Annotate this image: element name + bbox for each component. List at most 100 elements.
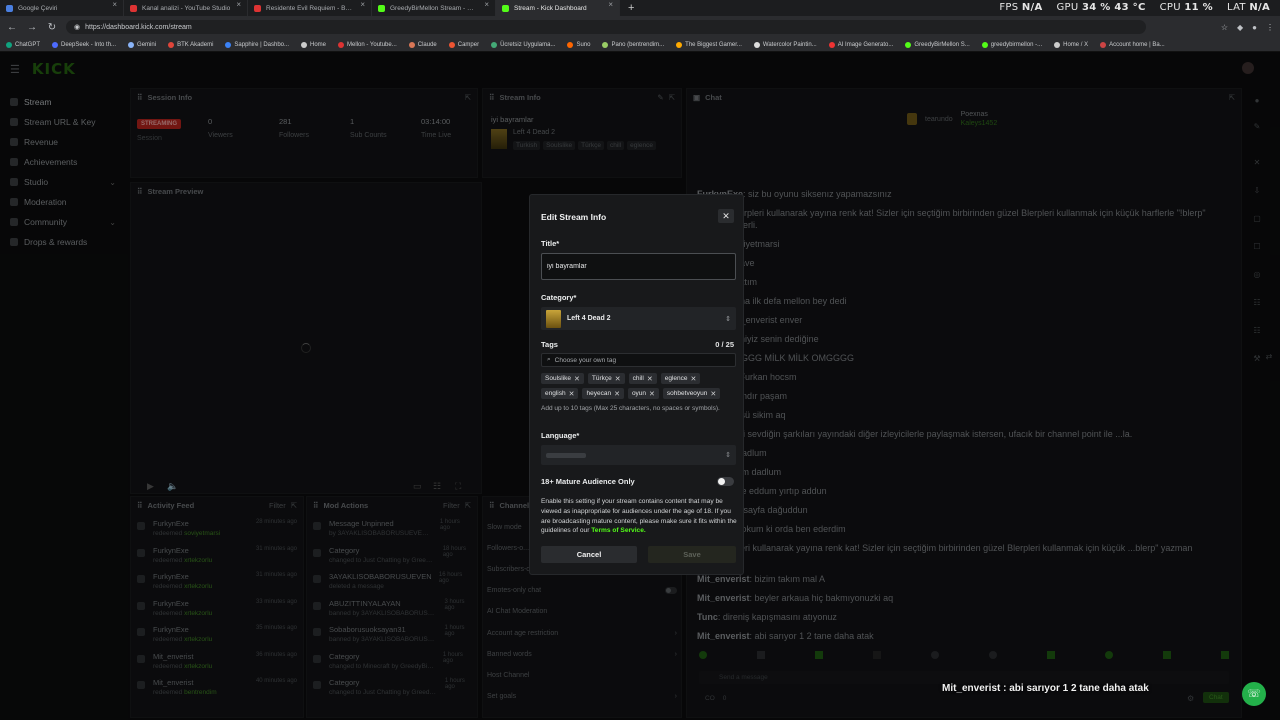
category-thumbnail — [546, 309, 561, 328]
title-input[interactable] — [541, 253, 736, 280]
support-chat-icon[interactable]: ☏ — [1242, 682, 1266, 706]
language-select[interactable]: ⇕ — [541, 445, 736, 465]
lat-label: LAT — [1226, 2, 1246, 13]
bookmark-favicon-icon — [676, 41, 683, 48]
edit-stream-info-modal: Edit Stream Info ✕ Title* Category* Left… — [529, 194, 744, 575]
bookmark-favicon-icon — [6, 41, 12, 48]
remove-tag-icon[interactable]: ✕ — [647, 375, 653, 383]
bookmark-item[interactable]: Ücretsiz Uygulama... — [491, 41, 556, 48]
more-icon[interactable]: ⋮ — [1266, 23, 1274, 32]
bookmark-item[interactable]: Claude — [408, 41, 437, 48]
bookmark-item[interactable]: AI Image Generato... — [828, 41, 893, 48]
bookmark-item[interactable]: Home — [301, 41, 326, 48]
tab-favicon-icon — [6, 4, 13, 12]
profile-icon[interactable]: ● — [1252, 23, 1257, 32]
bookmark-item[interactable]: DeepSeek - Into th... — [52, 41, 116, 48]
bookmark-favicon-icon — [408, 41, 415, 48]
language-loading-bar — [546, 452, 586, 458]
forward-icon[interactable]: → — [26, 22, 38, 33]
gpu-value: 34 % 43 °C — [1081, 2, 1146, 13]
url-text: https://dashboard.kick.com/stream — [85, 23, 192, 31]
remove-tag-icon[interactable]: ✕ — [691, 375, 697, 383]
remove-tag-icon[interactable]: ✕ — [710, 390, 716, 398]
tag-chip: eglence ✕ — [660, 373, 701, 384]
bookmark-item[interactable]: Home / X — [1054, 41, 1088, 48]
tab-favicon-icon — [502, 4, 509, 12]
tab-close-icon[interactable]: × — [484, 0, 489, 11]
mature-description: Enable this setting if your stream conta… — [541, 497, 739, 536]
tag-list: Soulslike ✕ Türkçe ✕ chill ✕ eglence ✕ english ✕ h… — [541, 373, 741, 399]
remove-tag-icon[interactable]: ✕ — [569, 390, 575, 398]
tab-close-icon[interactable]: × — [112, 0, 117, 11]
fps-value: N/A — [1021, 2, 1043, 13]
close-icon[interactable]: ✕ — [718, 209, 734, 223]
mature-toggle[interactable] — [717, 477, 734, 486]
browser-tab[interactable]: Kanal analizi - YouTube Studio × — [124, 0, 248, 16]
cancel-button[interactable]: Cancel — [541, 546, 637, 563]
bookmark-favicon-icon — [338, 41, 345, 48]
lat-value: N/A — [1249, 2, 1270, 13]
tag-chip-label: Türkçe — [591, 375, 612, 382]
remove-tag-icon[interactable]: ✕ — [574, 375, 580, 383]
tab-favicon-icon — [130, 4, 137, 12]
bookmark-item[interactable]: Sapphire | Dashbo... — [225, 41, 290, 48]
star-icon[interactable]: ☆ — [1221, 23, 1228, 32]
bookmark-favicon-icon — [448, 41, 455, 48]
bookmark-label: Sapphire | Dashbo... — [234, 41, 290, 48]
bookmark-item[interactable]: greedybirmellon -... — [981, 41, 1042, 48]
browser-tab[interactable]: Residente Evil Requiem - Bölüm 4 × — [248, 0, 372, 16]
site-info-icon[interactable]: ◉ — [74, 23, 80, 31]
bookmark-favicon-icon — [128, 41, 135, 48]
tag-placeholder: Choose your own tag — [554, 356, 617, 364]
bookmark-item[interactable]: Pano (bentrendim... — [602, 41, 665, 48]
new-tab-button[interactable]: + — [620, 2, 642, 14]
category-select[interactable]: Left 4 Dead 2 ⇕ — [541, 307, 736, 330]
bookmark-favicon-icon — [602, 41, 609, 48]
bookmark-label: Pano (bentrendim... — [611, 41, 665, 48]
bookmark-label: Ücretsiz Uygulama... — [500, 41, 556, 48]
url-field[interactable]: ◉ https://dashboard.kick.com/stream — [66, 20, 1146, 34]
tab-label: GreedyBirMellon Stream - Watch — [390, 4, 480, 12]
browser-tab[interactable]: Google Çeviri × — [0, 0, 124, 16]
back-icon[interactable]: ← — [6, 22, 18, 33]
tag-chip-label: sohbetveoyun — [666, 390, 708, 397]
bookmark-item[interactable]: The Biggest Gamer... — [676, 41, 742, 48]
mature-label: 18+ Mature Audience Only — [541, 477, 635, 486]
bookmark-item[interactable]: Watercolor Paintin... — [753, 41, 817, 48]
browser-tab[interactable]: GreedyBirMellon Stream - Watch × — [372, 0, 496, 16]
bookmark-favicon-icon — [491, 41, 498, 48]
cpu-label: CPU — [1159, 2, 1181, 13]
bookmark-item[interactable]: ChatGPT — [6, 41, 40, 48]
bookmark-item[interactable]: Camper — [448, 41, 479, 48]
modal-title: Edit Stream Info — [541, 212, 607, 222]
remove-tag-icon[interactable]: ✕ — [649, 390, 655, 398]
tag-chip: english ✕ — [541, 388, 579, 399]
tab-close-icon[interactable]: × — [360, 0, 365, 11]
tag-search-input[interactable]: ⌕ Choose your own tag — [541, 353, 736, 367]
terms-of-service-link[interactable]: Terms of Service. — [591, 527, 646, 534]
bookmark-item[interactable]: Suno — [567, 41, 590, 48]
fps-label: FPS — [999, 2, 1019, 13]
browser-tab[interactable]: Stream - Kick Dashboard × — [496, 0, 620, 16]
tab-close-icon[interactable]: × — [236, 0, 241, 11]
bookmark-favicon-icon — [225, 41, 232, 48]
bookmark-label: The Biggest Gamer... — [685, 41, 742, 48]
tags-count: 0 / 25 — [715, 340, 734, 349]
tab-close-icon[interactable]: × — [608, 0, 613, 11]
performance-overlay: FPS N/A GPU 34 % 43 °C CPU 11 % LAT N/A — [999, 2, 1270, 13]
bookmark-label: BTK Akademi — [177, 41, 214, 48]
bookmark-item[interactable]: Account home | Ba... — [1100, 41, 1165, 48]
bookmark-label: GreedyBirMellon S... — [914, 41, 970, 48]
chevron-updown-icon: ⇕ — [725, 315, 731, 323]
bookmark-item[interactable]: Gemini — [128, 41, 156, 48]
remove-tag-icon[interactable]: ✕ — [615, 375, 621, 383]
extensions-icon[interactable]: ◆ — [1237, 23, 1243, 32]
bookmark-favicon-icon — [828, 41, 835, 48]
bookmark-item[interactable]: BTK Akademi — [168, 41, 214, 48]
stream-chat-overlay: Mit_enverist : abi sarıyor 1 2 tane daha… — [942, 683, 1149, 694]
bookmark-item[interactable]: GreedyBirMellon S... — [905, 41, 970, 48]
remove-tag-icon[interactable]: ✕ — [614, 390, 620, 398]
bookmark-item[interactable]: Mellon - Youtube... — [338, 41, 397, 48]
save-button[interactable]: Save — [648, 546, 736, 563]
reload-icon[interactable]: ↻ — [46, 22, 58, 33]
